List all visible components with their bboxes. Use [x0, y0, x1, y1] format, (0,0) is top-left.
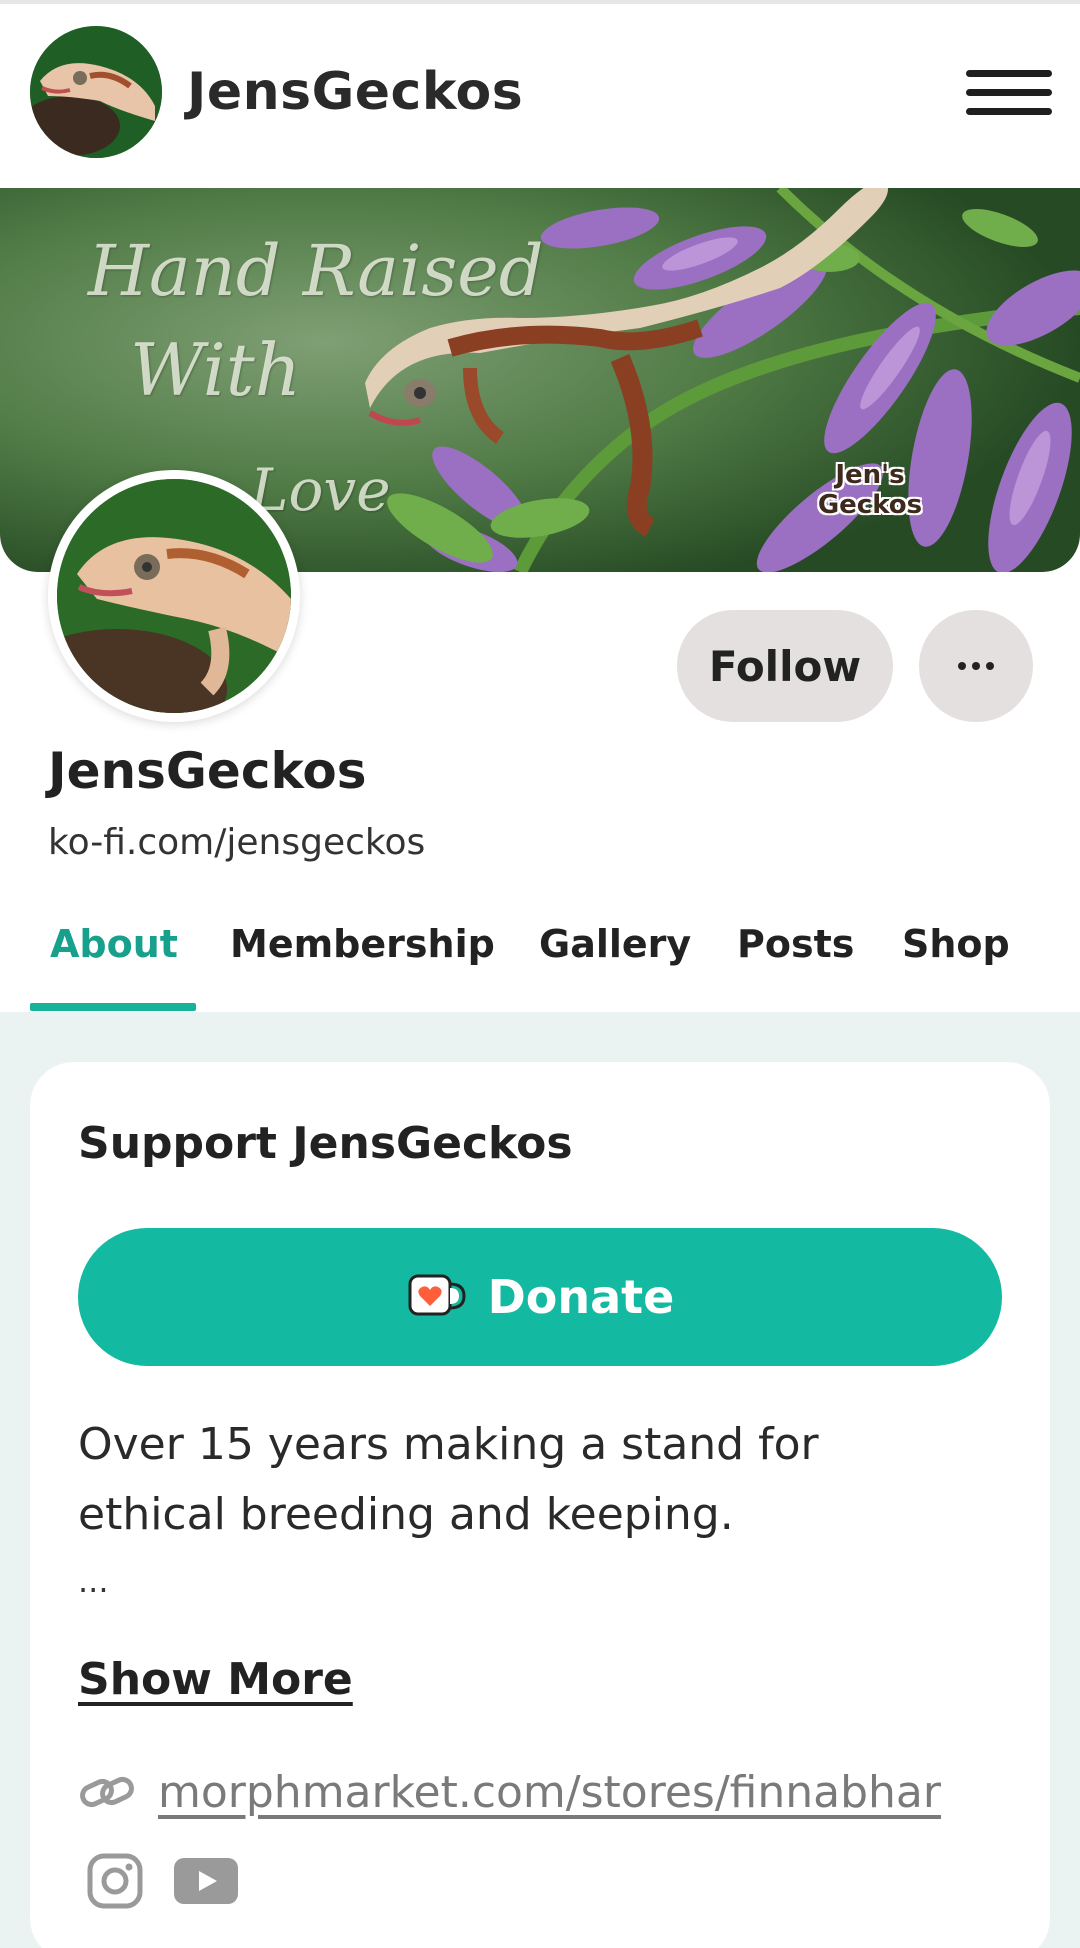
social-links — [86, 1852, 268, 1914]
active-tab-indicator — [30, 1003, 196, 1011]
show-more-link[interactable]: Show More — [78, 1654, 353, 1705]
tab-shop[interactable]: Shop — [902, 922, 1010, 966]
link-icon — [80, 1776, 134, 1808]
more-options-icon[interactable] — [919, 610, 1033, 722]
profile-name: JensGeckos — [48, 742, 367, 800]
profile-avatar[interactable] — [48, 470, 300, 722]
donate-button[interactable]: Donate — [78, 1228, 1002, 1366]
support-card: Support JensGeckos Donate Over 15 years … — [30, 1062, 1050, 1948]
tab-about[interactable]: About — [50, 922, 178, 966]
profile-url[interactable]: ko-fi.com/jensgeckos — [48, 822, 425, 863]
brand-watermark: Jen's Geckos — [817, 460, 923, 520]
follow-button[interactable]: Follow — [677, 610, 893, 722]
support-title: Support JensGeckos — [78, 1118, 573, 1169]
banner-text-line3: Love — [250, 456, 391, 524]
banner-text-line2: With — [130, 328, 302, 412]
about-text: Over 15 years making a stand for ethical… — [78, 1419, 819, 1540]
app-header: JensGeckos — [0, 4, 1080, 188]
tab-gallery[interactable]: Gallery — [539, 922, 691, 966]
header-avatar[interactable] — [30, 26, 162, 158]
tab-posts[interactable]: Posts — [737, 922, 854, 966]
header-title: JensGeckos — [187, 62, 524, 122]
instagram-icon[interactable] — [86, 1852, 144, 1914]
external-link-row: morphmarket.com/stores/finnabhar — [78, 1762, 941, 1822]
donate-label: Donate — [487, 1270, 675, 1324]
profile-tabs: About Membership Gallery Posts Shop — [0, 900, 1080, 1012]
youtube-icon[interactable] — [172, 1856, 240, 1910]
banner-text-line1: Hand Raised — [88, 230, 544, 312]
about-ellipsis: ... — [78, 1562, 109, 1600]
external-link[interactable]: morphmarket.com/stores/finnabhar — [158, 1767, 941, 1818]
tab-membership[interactable]: Membership — [230, 922, 495, 966]
kofi-cup-icon — [408, 1274, 466, 1316]
hamburger-menu-icon[interactable] — [966, 70, 1052, 116]
